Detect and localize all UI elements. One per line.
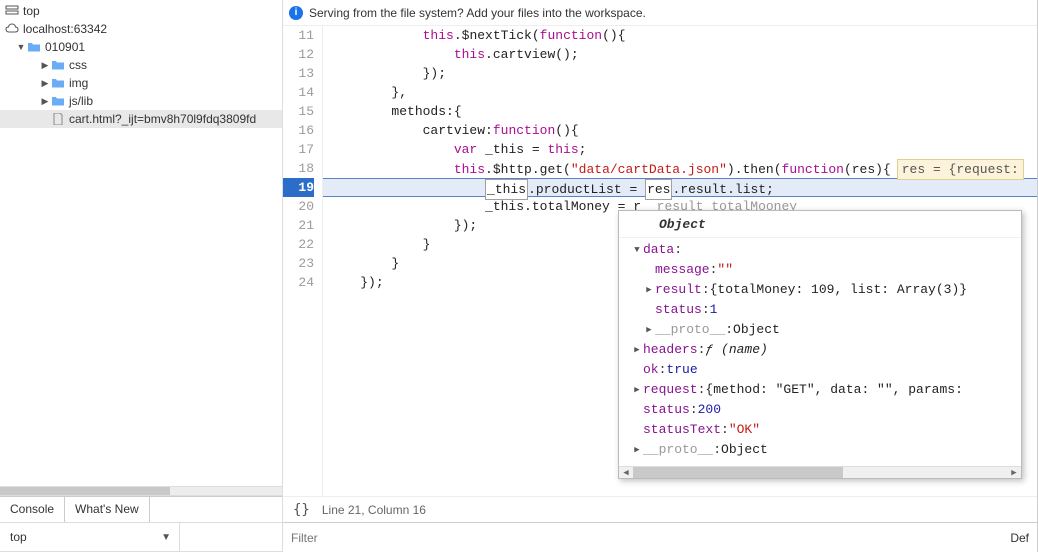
tree-top-label: top bbox=[23, 4, 40, 18]
code-line[interactable]: this.$nextTick(function(){ bbox=[323, 26, 1037, 45]
sidebar-hscrollbar[interactable] bbox=[0, 486, 282, 496]
stack-icon bbox=[4, 4, 20, 18]
tree-folder-label: js/lib bbox=[69, 94, 93, 108]
console-context-select[interactable]: top ▼ bbox=[0, 523, 180, 551]
inspector-row[interactable]: ▶headers: ƒ (name) bbox=[625, 340, 1015, 360]
chevron-down-icon[interactable] bbox=[16, 42, 26, 52]
popup-body[interactable]: ▼data: message: ""▶result: {totalMoney: … bbox=[619, 238, 1021, 466]
code-line[interactable]: methods:{ bbox=[323, 102, 1037, 121]
cloud-icon bbox=[4, 22, 20, 36]
chevron-right-icon[interactable] bbox=[40, 60, 50, 71]
folder-icon bbox=[50, 76, 66, 90]
tree-folder-label: css bbox=[69, 58, 87, 72]
chevron-right-icon[interactable]: ▶ bbox=[631, 380, 643, 400]
chevron-right-icon[interactable] bbox=[40, 78, 50, 89]
code-line[interactable]: }, bbox=[323, 83, 1037, 102]
inspector-row[interactable]: ▶request: {method: "GET", data: "", para… bbox=[625, 380, 1015, 400]
inspector-row[interactable]: ▼data: bbox=[625, 240, 1015, 260]
console-toolbar: Def bbox=[283, 522, 1037, 552]
console-filter-row: top ▼ bbox=[0, 522, 282, 552]
inspector-row[interactable]: ok: true bbox=[625, 360, 1015, 380]
console-level-label[interactable]: Def bbox=[1002, 531, 1037, 545]
tree-host[interactable]: localhost:63342 bbox=[0, 20, 282, 38]
console-tab[interactable]: What's New bbox=[65, 497, 150, 522]
info-icon: i bbox=[289, 6, 303, 20]
chevron-right-icon[interactable] bbox=[40, 96, 50, 107]
file-tree[interactable]: top localhost:63342 010901 css img js/lib bbox=[0, 0, 282, 130]
chevron-right-icon[interactable]: ▶ bbox=[631, 340, 643, 360]
chevron-down-icon[interactable]: ▼ bbox=[631, 240, 643, 260]
folder-icon bbox=[26, 40, 42, 54]
scroll-left-icon[interactable]: ◀ bbox=[619, 463, 633, 483]
workspace-info-bar: i Serving from the file system? Add your… bbox=[283, 0, 1037, 26]
tree-root-folder[interactable]: 010901 bbox=[0, 38, 282, 56]
inspector-row[interactable]: message: "" bbox=[625, 260, 1015, 280]
object-inspector-popup[interactable]: Object ▼data: message: ""▶result: {total… bbox=[618, 210, 1022, 479]
code-line[interactable]: cartview:function(){ bbox=[323, 121, 1037, 140]
code-line[interactable]: }); bbox=[323, 64, 1037, 83]
code-line[interactable]: this.cartview(); bbox=[323, 45, 1037, 64]
inspector-row[interactable]: ▶__proto__: Object bbox=[625, 320, 1015, 340]
tree-root-label: 010901 bbox=[45, 40, 85, 54]
tree-top[interactable]: top bbox=[0, 2, 282, 20]
cursor-position: Line 21, Column 16 bbox=[322, 503, 426, 517]
chevron-right-icon[interactable]: ▶ bbox=[643, 280, 655, 300]
file-icon bbox=[50, 112, 66, 126]
folder-icon bbox=[50, 58, 66, 72]
inspector-row[interactable]: ▶result: {totalMoney: 109, list: Array(3… bbox=[625, 280, 1015, 300]
tree-folder-label: img bbox=[69, 76, 88, 90]
info-text: Serving from the file system? Add your f… bbox=[309, 6, 646, 20]
folder-icon bbox=[50, 94, 66, 108]
popup-hscrollbar[interactable]: ◀ ▶ bbox=[619, 466, 1021, 478]
code-line[interactable]: var _this = this; bbox=[323, 140, 1037, 159]
inspector-row[interactable]: statusText: "OK" bbox=[625, 420, 1015, 440]
console-tab[interactable]: Console bbox=[0, 497, 65, 522]
tree-host-label: localhost:63342 bbox=[23, 22, 107, 36]
inspector-row[interactable]: status: 200 bbox=[625, 400, 1015, 420]
tree-file-label: cart.html?_ijt=bmv8h70l9fdq3809fd bbox=[69, 112, 256, 126]
inspector-row[interactable]: status: 1 bbox=[625, 300, 1015, 320]
inline-value-hint: res = {request: bbox=[897, 159, 1024, 180]
scroll-right-icon[interactable]: ▶ bbox=[1007, 463, 1021, 483]
chevron-right-icon[interactable]: ▶ bbox=[643, 320, 655, 340]
code-line[interactable]: _this.productList = res.result.list; bbox=[323, 178, 1037, 197]
sources-sidebar: top localhost:63342 010901 css img js/lib bbox=[0, 0, 283, 552]
tree-folder[interactable]: img bbox=[0, 74, 282, 92]
braces-icon[interactable]: {} bbox=[293, 502, 310, 518]
tree-folder[interactable]: js/lib bbox=[0, 92, 282, 110]
console-filter-input[interactable] bbox=[283, 523, 1002, 552]
tree-folder[interactable]: css bbox=[0, 56, 282, 74]
chevron-down-icon: ▼ bbox=[161, 532, 171, 543]
tree-open-file[interactable]: cart.html?_ijt=bmv8h70l9fdq3809fd bbox=[0, 110, 282, 128]
editor-status-bar: {} Line 21, Column 16 bbox=[283, 496, 1037, 522]
console-context-label: top bbox=[10, 530, 27, 544]
console-tabs: ConsoleWhat's New bbox=[0, 496, 282, 522]
line-gutter: 1112131415161718192021222324 bbox=[283, 26, 323, 496]
inspector-row[interactable]: ▶__proto__: Object bbox=[625, 440, 1015, 460]
popup-title: Object bbox=[619, 211, 1021, 238]
code-line[interactable]: this.$http.get("data/cartData.json").the… bbox=[323, 159, 1037, 178]
chevron-right-icon[interactable]: ▶ bbox=[631, 440, 643, 460]
